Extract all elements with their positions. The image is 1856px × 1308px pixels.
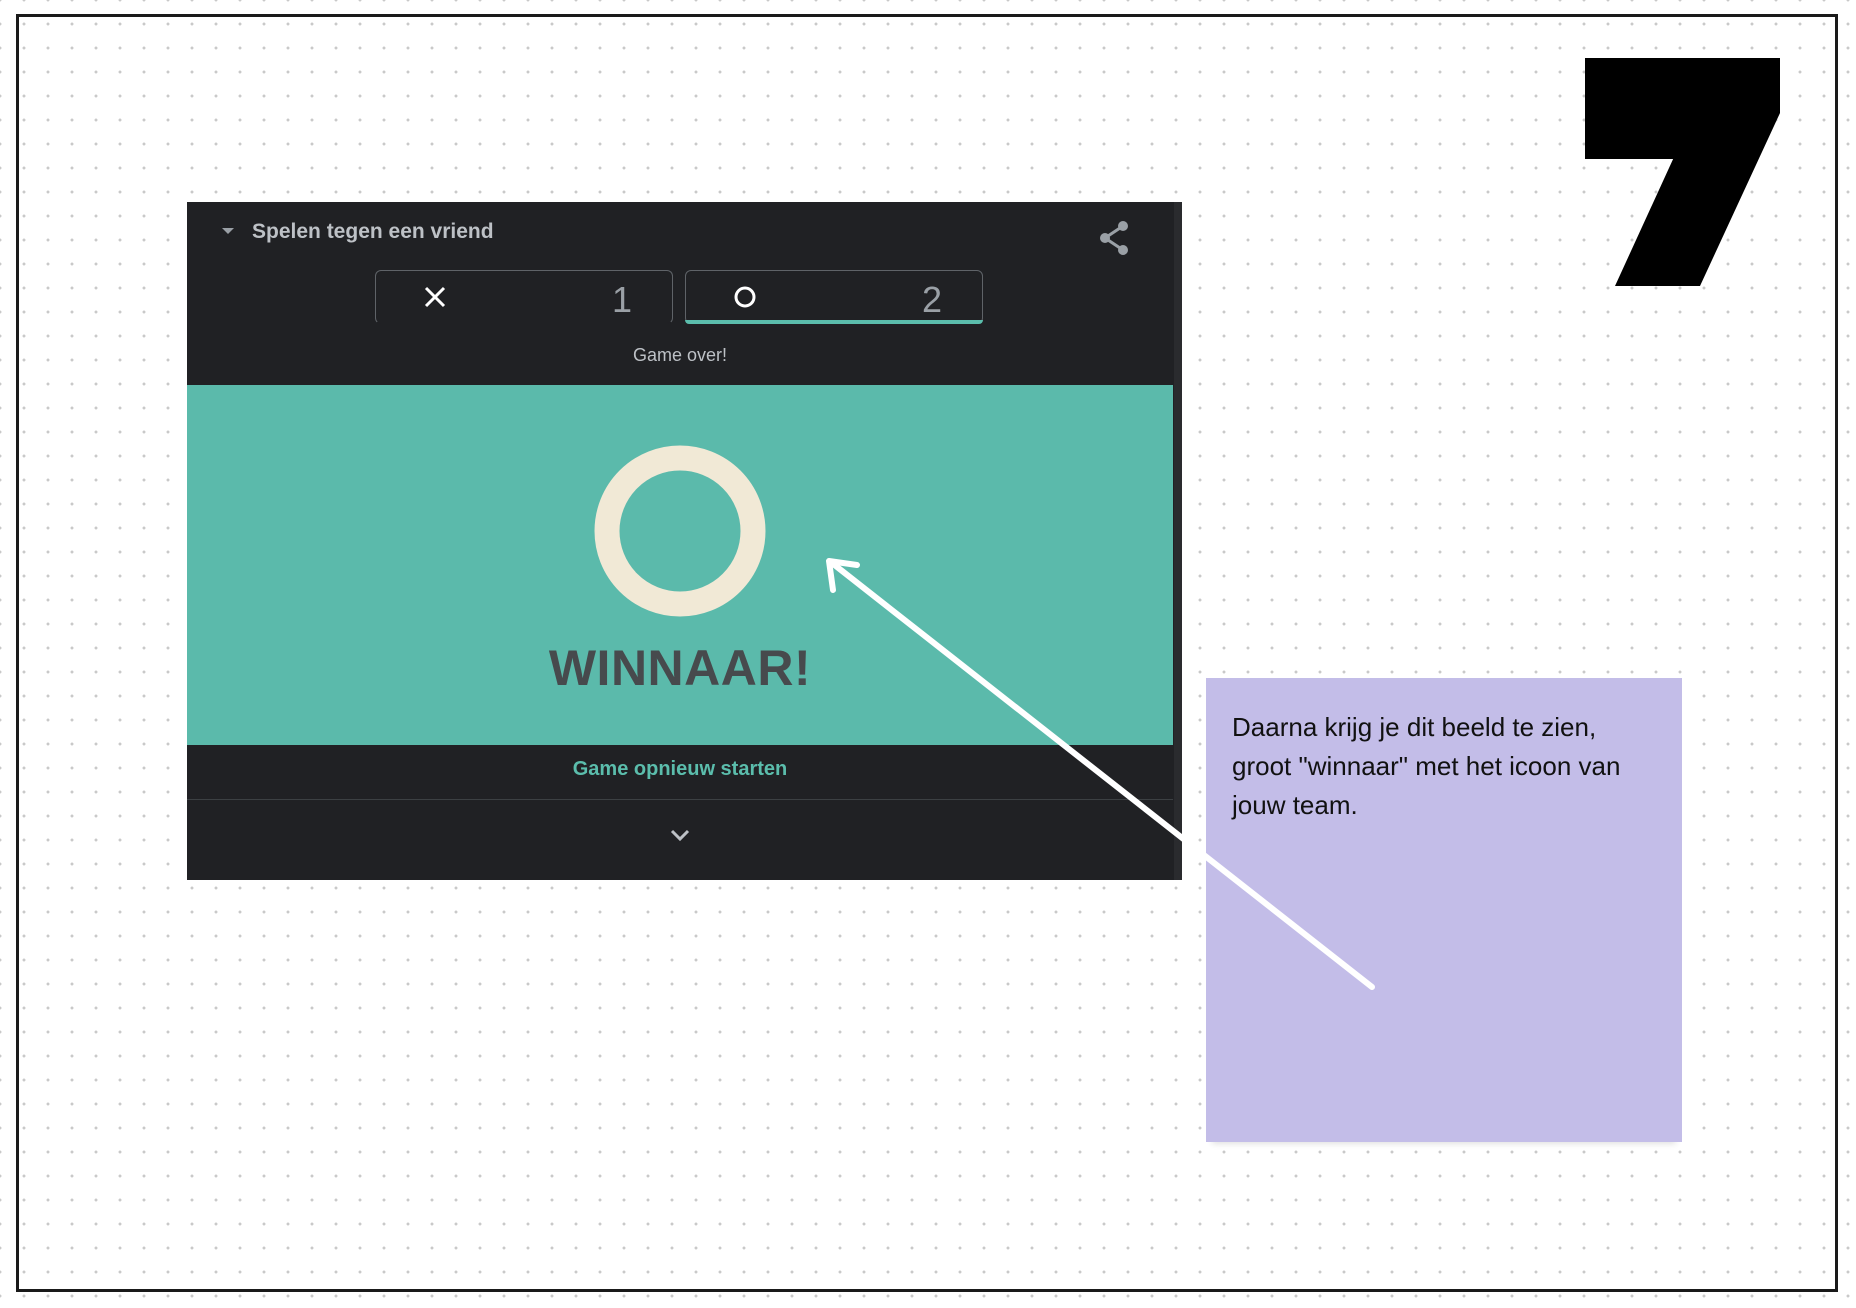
- result-panel: WINNAAR!: [187, 385, 1173, 745]
- player-o-score-card[interactable]: O 2: [685, 270, 983, 324]
- player-x-score-card[interactable]: X 1: [375, 270, 673, 324]
- chevron-down-icon[interactable]: [667, 826, 693, 844]
- game-status: Game over!: [632, 345, 728, 365]
- caret-down-icon[interactable]: [222, 228, 234, 234]
- divider: [187, 799, 1173, 800]
- share-icon[interactable]: [1097, 220, 1131, 256]
- restart-game-button[interactable]: Game opnieuw starten: [187, 758, 1173, 781]
- winner-title: WINNAAR!: [548, 640, 812, 696]
- tic-tac-toe-widget: Spelen tegen een vriend X 1 O 2: [187, 202, 1182, 880]
- widget-header: Spelen tegen een vriend: [187, 202, 1174, 262]
- winner-o-icon: [594, 445, 766, 617]
- player-o-score: 2: [921, 279, 942, 320]
- o-icon: O: [734, 286, 756, 308]
- sticky-note-text: Daarna krijg je dit beeld te zien, groot…: [1232, 712, 1621, 820]
- widget-title[interactable]: Spelen tegen een vriend: [252, 220, 494, 244]
- x-icon: X: [424, 286, 446, 308]
- sticky-note: Daarna krijg je dit beeld te zien, groot…: [1206, 678, 1682, 1142]
- widget-bottom-edge: [187, 874, 1173, 880]
- player-x-score: 1: [611, 279, 632, 320]
- active-player-indicator: [685, 320, 983, 324]
- dotted-canvas: 7 Spelen tegen een vriend X 1: [0, 0, 1856, 1308]
- step-number-seven: 7: [1585, 58, 1780, 286]
